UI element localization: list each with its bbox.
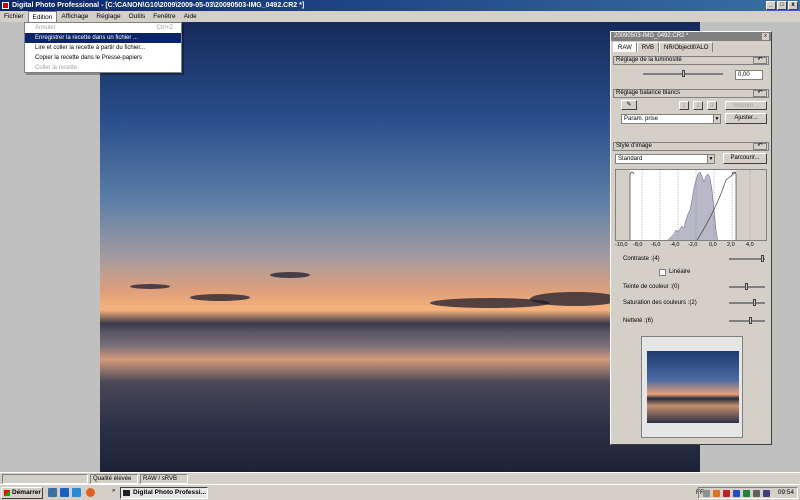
- wb-register-button[interactable]: Inscrire...: [725, 101, 767, 110]
- tray-icon[interactable]: [703, 490, 710, 497]
- minimize-button[interactable]: _: [766, 1, 776, 10]
- taskbar: Démarrer » Digital Photo Professi... FR …: [0, 484, 800, 500]
- wb-register-2-button[interactable]: 2: [693, 101, 703, 110]
- menu-item-undo[interactable]: Annuler Ctrl+Z: [25, 23, 181, 33]
- chevron-down-icon: ▼: [713, 115, 720, 123]
- white-balance-header: Réglage balance blancs ↶: [613, 89, 769, 98]
- saturation-slider-thumb[interactable]: [753, 299, 756, 306]
- preview-thumbnail: [647, 351, 739, 423]
- wb-adjust-button[interactable]: Ajuster...: [725, 113, 767, 124]
- color-tone-label: Teinte de couleur :(0): [623, 284, 680, 290]
- navigator-preview[interactable]: [641, 336, 743, 438]
- dpp-app-icon: [123, 490, 130, 496]
- menu-reglage[interactable]: Réglage: [92, 11, 124, 22]
- menu-aide[interactable]: Aide: [180, 11, 201, 22]
- maximize-button[interactable]: □: [777, 1, 787, 10]
- taskbar-dpp-button[interactable]: Digital Photo Professi...: [120, 487, 208, 499]
- tab-nr-objectif-alo[interactable]: NR/Objectif/ALO: [659, 42, 714, 52]
- sharpness-slider-thumb[interactable]: [749, 317, 752, 324]
- contrast-label: Contraste :(4): [623, 256, 660, 262]
- menu-item-paste-recipe[interactable]: Coller la recette: [25, 63, 181, 73]
- tray-icon[interactable]: [723, 490, 730, 497]
- window-title: Digital Photo Professional - [C:\CANON\G…: [12, 2, 305, 9]
- menu-item-save-recipe[interactable]: Enregistrer la recette dans un fichier .…: [25, 33, 181, 43]
- internet-explorer-icon[interactable]: [72, 488, 81, 497]
- tool-palette-close-button[interactable]: x: [762, 33, 769, 40]
- tray-icon[interactable]: [743, 490, 750, 497]
- firefox-icon[interactable]: [86, 488, 95, 497]
- histogram-axis: -10,0 -8,0 -6,0 -4,0 -2,0 0,0 2,0 4,0: [615, 242, 754, 248]
- status-mode: RAW / sRVB: [140, 474, 188, 484]
- tool-palette-title: 20090503-IMG_0492.CR2 * x: [611, 32, 771, 41]
- status-bar: Qualité élevée RAW / sRVB: [0, 472, 800, 484]
- brightness-reset-icon[interactable]: ↶: [753, 57, 767, 64]
- edit-menu-dropdown: Annuler Ctrl+Z Enregistrer la recette dan…: [24, 22, 182, 73]
- menu-fenetre[interactable]: Fenêtre: [149, 11, 179, 22]
- app-icon: [2, 2, 9, 9]
- contrast-slider[interactable]: [729, 258, 765, 260]
- picture-style-reset-icon[interactable]: ↶: [753, 143, 767, 150]
- clock: 09:54: [777, 489, 794, 496]
- picture-style-browse-button[interactable]: Parcourir...: [723, 153, 767, 164]
- tab-raw[interactable]: RAW: [613, 42, 637, 52]
- contrast-slider-thumb[interactable]: [761, 255, 764, 262]
- color-tone-slider-thumb[interactable]: [745, 283, 748, 290]
- tray-icon[interactable]: [733, 490, 740, 497]
- tab-rvb[interactable]: RVB: [636, 42, 660, 52]
- speaker-icon[interactable]: [753, 490, 760, 497]
- saturation-label: Saturation des couleurs :(2): [623, 300, 697, 306]
- tone-curve-histogram[interactable]: [615, 169, 767, 241]
- wb-register-1-button[interactable]: 1: [679, 101, 689, 110]
- menu-edition[interactable]: Edition: [27, 11, 58, 22]
- brightness-slider-thumb[interactable]: [682, 70, 685, 77]
- system-tray: 09:54: [698, 487, 798, 499]
- linear-label: Linéaire: [669, 269, 691, 275]
- start-button[interactable]: Démarrer: [1, 487, 43, 499]
- title-bar: Digital Photo Professional - [C:\CANON\G…: [0, 0, 800, 11]
- status-cell-empty: [2, 474, 88, 484]
- windows-logo-icon: [4, 490, 10, 496]
- tray-icon[interactable]: [713, 490, 720, 497]
- white-balance-select[interactable]: Param. prise ▼: [621, 114, 721, 124]
- saturation-slider[interactable]: [729, 302, 765, 304]
- tray-icon[interactable]: [763, 490, 770, 497]
- tool-palette: 20090503-IMG_0492.CR2 * x RAW RVB NR/Obj…: [610, 31, 772, 445]
- menu-bar: Fichier Edition Affichage Réglage Outils…: [0, 11, 800, 22]
- white-balance-eyedropper-icon[interactable]: ✎: [621, 100, 637, 110]
- wb-register-3-button[interactable]: 3: [707, 101, 717, 110]
- linear-checkbox[interactable]: [659, 269, 666, 276]
- menu-affichage[interactable]: Affichage: [57, 11, 92, 22]
- show-desktop-icon[interactable]: [48, 488, 57, 497]
- sharpness-label: Netteté :(6): [623, 318, 654, 324]
- brightness-header: Réglage de la luminosité ↶: [613, 56, 769, 65]
- quicklaunch-icon[interactable]: [60, 488, 69, 497]
- picture-style-header: Style d'image ↶: [613, 142, 769, 151]
- quicklaunch-more-icon[interactable]: »: [112, 488, 115, 494]
- brightness-value-field[interactable]: 0,00: [735, 70, 763, 80]
- menu-item-load-recipe[interactable]: Lire et coller la recette à partir du fi…: [25, 43, 181, 53]
- close-button[interactable]: x: [788, 1, 798, 10]
- picture-style-select[interactable]: Standard ▼: [615, 154, 715, 164]
- menu-outils[interactable]: Outils: [125, 11, 150, 22]
- menu-item-copy-recipe[interactable]: Copier la recette dans le Presse-papiers: [25, 53, 181, 63]
- status-quality: Qualité élevée: [90, 474, 138, 484]
- chevron-down-icon: ▼: [707, 155, 714, 163]
- sharpness-slider[interactable]: [729, 320, 765, 322]
- white-balance-reset-icon[interactable]: ↶: [753, 90, 767, 97]
- menu-fichier[interactable]: Fichier: [0, 11, 28, 22]
